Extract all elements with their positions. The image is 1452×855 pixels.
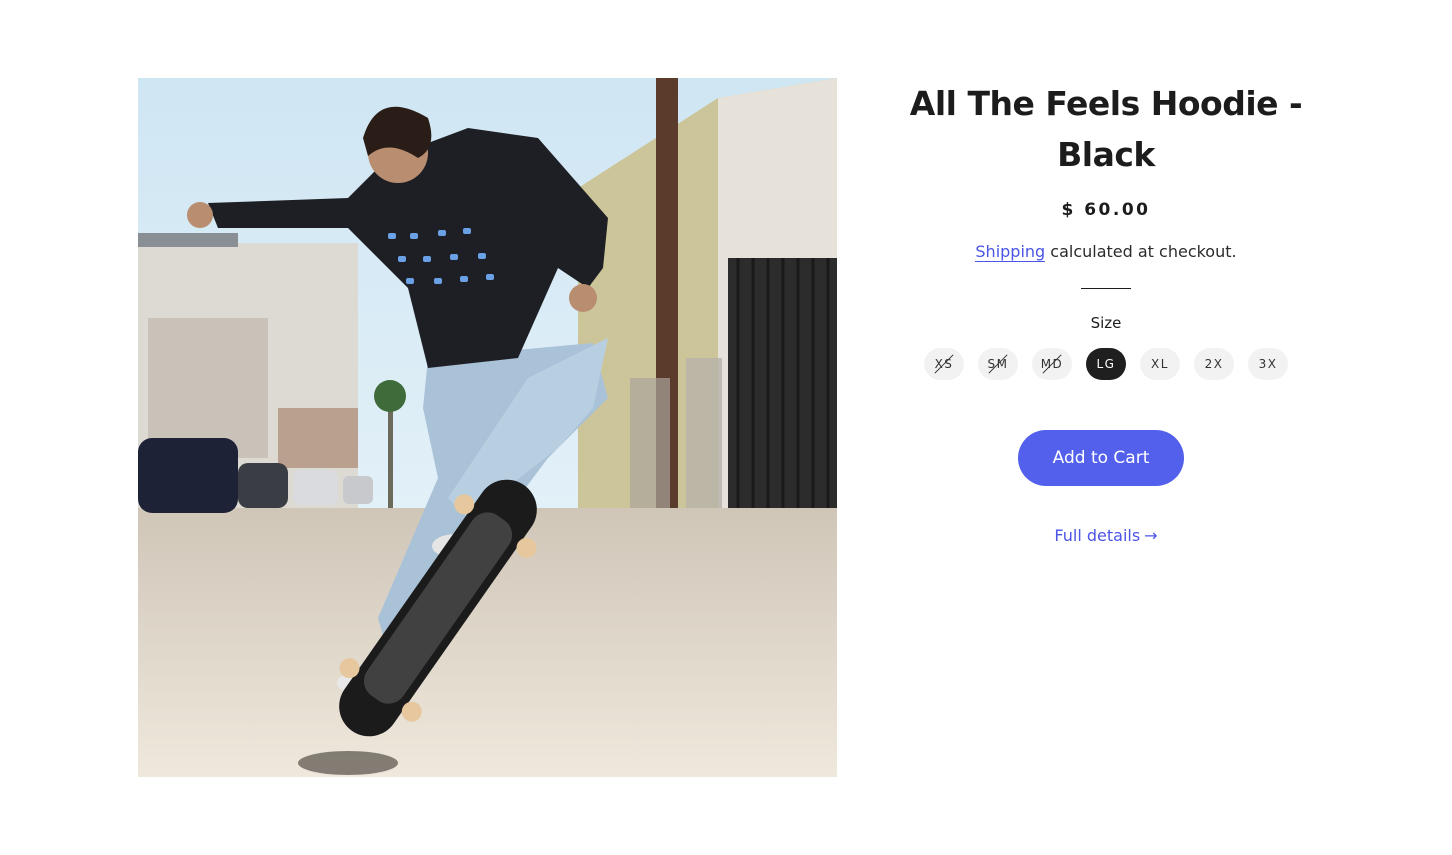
size-options: XS SM MD LG XL 2X 3X [880,348,1332,380]
full-details-label: Full details [1054,526,1141,545]
arrow-right-icon: → [1144,526,1158,545]
size-option-lg[interactable]: LG [1086,348,1126,380]
divider [1081,288,1131,289]
size-option-3x[interactable]: 3X [1248,348,1288,380]
product-title: All The Feels Hoodie - Black [909,84,1303,174]
shipping-link[interactable]: Shipping [975,242,1046,262]
shipping-note-text: calculated at checkout. [1045,242,1237,261]
product-info: All The Feels Hoodie - Black $ 60.00 Shi… [880,78,1332,545]
full-details-link[interactable]: Full details → [1054,526,1157,545]
product-page: All The Feels Hoodie - Black $ 60.00 Shi… [0,0,1452,855]
product-price: $ 60.00 [1061,200,1151,220]
size-option-xl[interactable]: XL [1140,348,1180,380]
size-option-xs[interactable]: XS [924,348,964,380]
add-to-cart-button[interactable]: Add to Cart [1018,430,1184,486]
size-option-2x[interactable]: 2X [1194,348,1234,380]
size-option-sm[interactable]: SM [978,348,1018,380]
product-image [138,78,837,777]
shipping-note: Shipping calculated at checkout. [880,240,1332,264]
size-option-md[interactable]: MD [1032,348,1072,380]
size-label: Size [1090,314,1122,332]
